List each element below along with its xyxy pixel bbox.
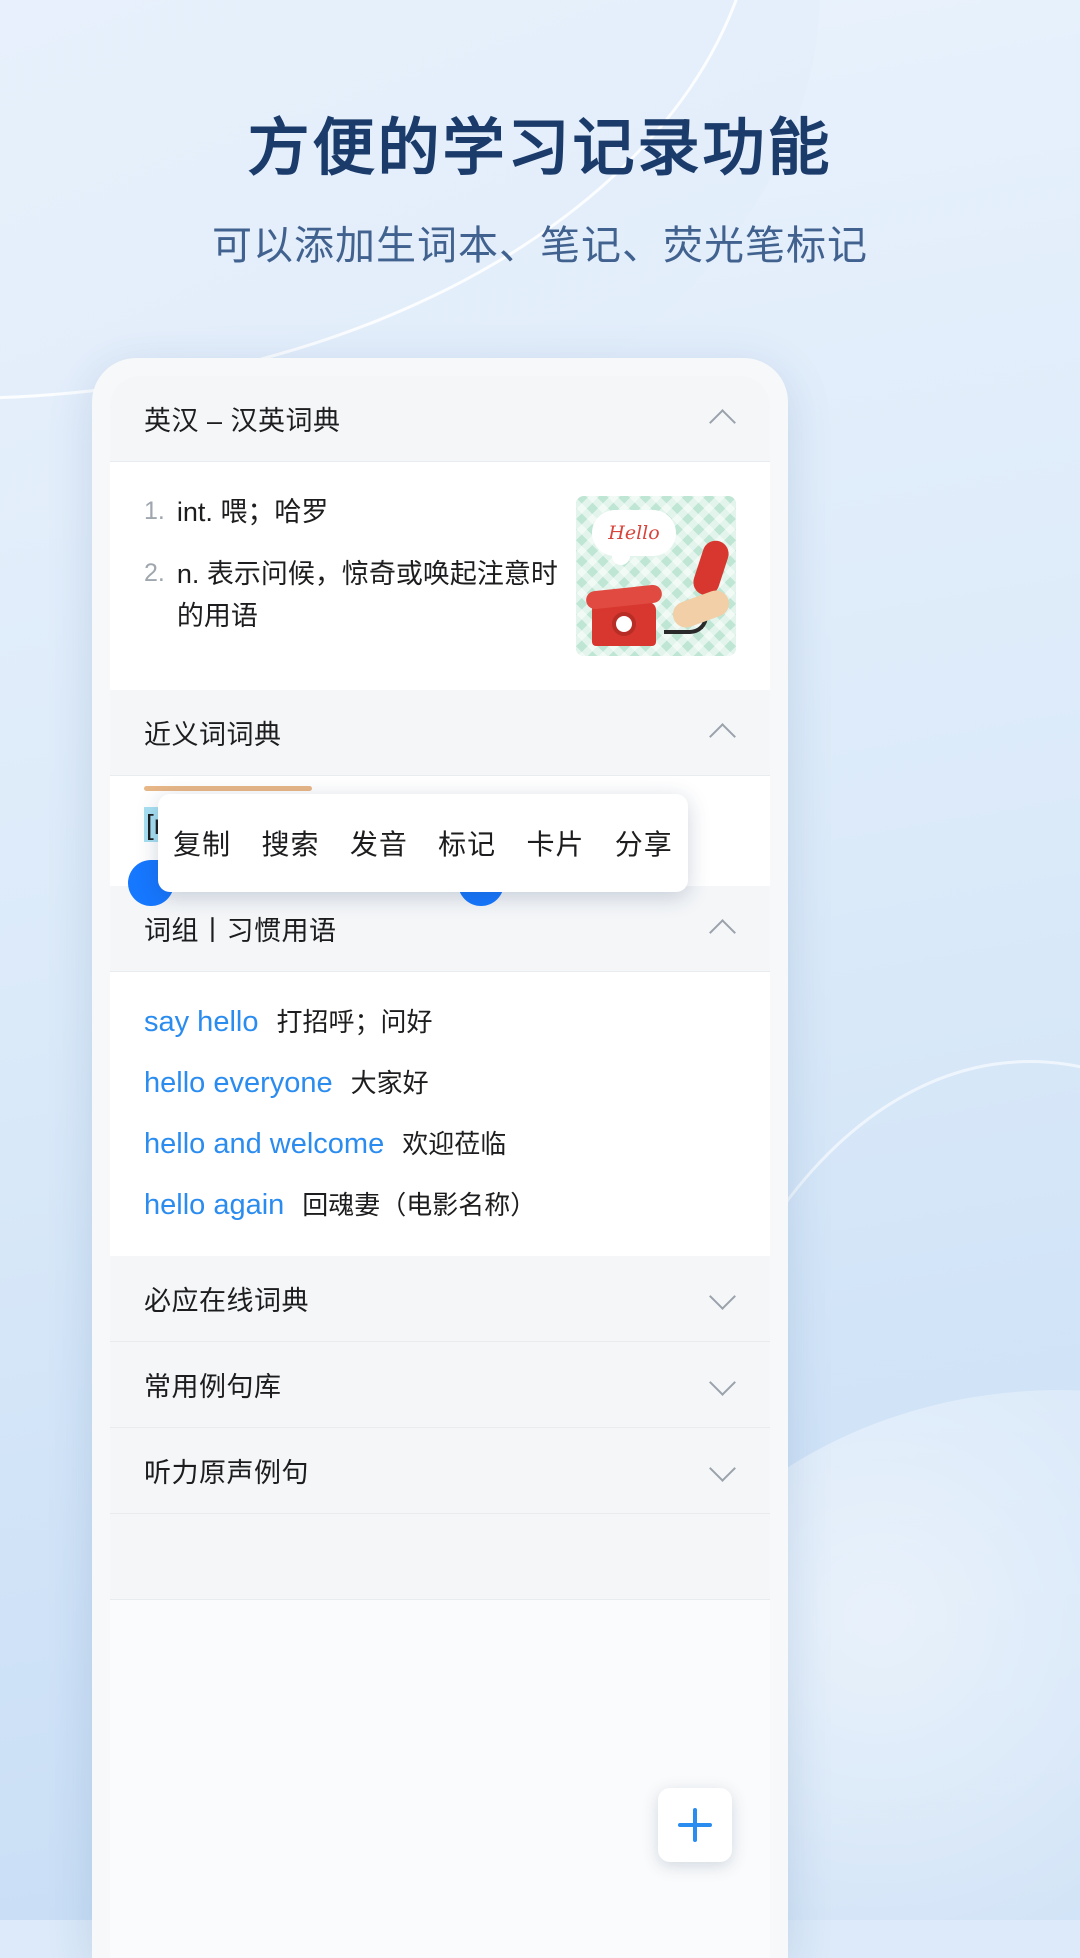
chevron-down-icon[interactable] [710, 1372, 736, 1398]
marker-underline [144, 786, 312, 791]
toolbar-item-copy[interactable]: 复制 [173, 823, 231, 863]
speech-bubble-icon: Hello [592, 510, 676, 565]
phrase-chinese: 回魂妻（电影名称） [302, 1190, 537, 1220]
context-action-toolbar[interactable]: 复制 搜索 发音 标记 卡片 分享 [158, 794, 688, 892]
section-title-example-sentences: 常用例句库 [144, 1372, 282, 1402]
definition-item: 1. int. 喂；哈罗 [144, 492, 558, 534]
section-title-phrases: 词组丨习惯用语 [144, 916, 337, 946]
phrase-row[interactable]: hello everyone 大家好 [144, 1063, 736, 1100]
section-title-synonyms: 近义词词典 [144, 720, 282, 750]
phrase-english[interactable]: hello again [144, 1189, 284, 1222]
section-header-phrases[interactable]: 词组丨习惯用语 [110, 886, 770, 972]
section-header-bing-dictionary[interactable]: 必应在线词典 [110, 1256, 770, 1342]
phone-mockup: 英汉 – 汉英词典 1. int. 喂；哈罗 2. n. 表示问候，惊奇或唤起注… [92, 358, 788, 1958]
toolbar-item-card[interactable]: 卡片 [526, 823, 584, 863]
page-subtitle: 可以添加生词本、笔记、荧光笔标记 [212, 224, 868, 269]
page-title: 方便的学习记录功能 [247, 114, 833, 183]
plus-icon [678, 1808, 712, 1842]
section-title-bing-dictionary: 必应在线词典 [144, 1286, 309, 1316]
chevron-down-icon[interactable] [710, 1458, 736, 1484]
section-title-audio-examples: 听力原声例句 [144, 1458, 309, 1488]
definition-text: int. 喂；哈罗 [176, 497, 329, 527]
add-button[interactable] [658, 1788, 732, 1862]
section-body-phrases: say hello 打招呼；问好 hello everyone 大家好 hell… [110, 972, 770, 1256]
chevron-down-icon[interactable] [710, 1286, 736, 1312]
toolbar-item-search[interactable]: 搜索 [261, 823, 319, 863]
chevron-up-icon[interactable] [710, 916, 736, 942]
section-body-dictionary: 1. int. 喂；哈罗 2. n. 表示问候，惊奇或唤起注意时的用语 Hell… [110, 462, 770, 690]
definition-number: 1. [144, 497, 165, 525]
definition-text: n. 表示问候，惊奇或唤起注意时的用语 [176, 558, 558, 631]
phone-screen: 英汉 – 汉英词典 1. int. 喂；哈罗 2. n. 表示问候，惊奇或唤起注… [110, 376, 770, 1958]
definition-list: 1. int. 喂；哈罗 2. n. 表示问候，惊奇或唤起注意时的用语 [144, 492, 558, 656]
phrase-english[interactable]: hello and welcome [144, 1128, 384, 1161]
phrase-row[interactable]: say hello 打招呼；问好 [144, 1002, 736, 1039]
section-header-synonyms[interactable]: 近义词词典 [110, 690, 770, 776]
section-header-dictionary[interactable]: 英汉 – 汉英词典 [110, 376, 770, 462]
toolbar-item-mark[interactable]: 标记 [438, 823, 496, 863]
phrase-english[interactable]: say hello [144, 1006, 258, 1039]
section-title-dictionary: 英汉 – 汉英词典 [144, 406, 341, 436]
chevron-up-icon[interactable] [710, 720, 736, 746]
thumbnail-label: Hello [608, 522, 660, 544]
phrase-row[interactable]: hello again 回魂妻（电影名称） [144, 1185, 736, 1222]
section-header-audio-examples[interactable]: 听力原声例句 [110, 1428, 770, 1514]
phrase-chinese: 打招呼；问好 [276, 1007, 433, 1037]
telephone-dial-icon [612, 612, 636, 636]
toolbar-item-share[interactable]: 分享 [615, 823, 673, 863]
section-header-extra[interactable] [110, 1514, 770, 1600]
phrase-chinese: 欢迎莅临 [402, 1129, 507, 1159]
phrase-row[interactable]: hello and welcome 欢迎莅临 [144, 1124, 736, 1161]
hello-telephone-illustration[interactable]: Hello [576, 496, 736, 656]
phrase-english[interactable]: hello everyone [144, 1067, 333, 1100]
toolbar-item-pronounce[interactable]: 发音 [350, 823, 408, 863]
section-header-example-sentences[interactable]: 常用例句库 [110, 1342, 770, 1428]
phrase-chinese: 大家好 [350, 1068, 429, 1098]
promo-header: 方便的学习记录功能 可以添加生词本、笔记、荧光笔标记 [0, 112, 1080, 271]
definition-item: 2. n. 表示问候，惊奇或唤起注意时的用语 [144, 554, 558, 638]
definition-number: 2. [144, 558, 165, 587]
chevron-up-icon[interactable] [710, 406, 736, 432]
